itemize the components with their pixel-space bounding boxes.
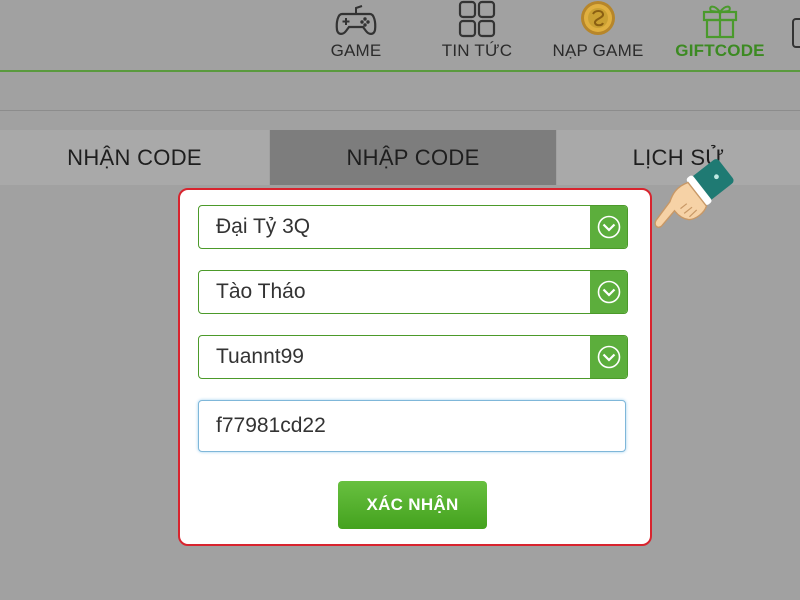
- pointing-hand-icon: [632, 144, 744, 239]
- nav-item-giftcode[interactable]: GIFTCODE: [672, 0, 768, 70]
- giftcode-form-panel: Đại Tỷ 3Q Tào Tháo Tuannt99 f77981cd22 X…: [178, 188, 652, 546]
- nav-label-game: GAME: [330, 41, 382, 60]
- tab-enter-code[interactable]: NHẬP CODE: [270, 130, 556, 185]
- coin-icon: [578, 0, 618, 45]
- sub-header-bar: [0, 72, 800, 111]
- chevron-down-icon: [597, 215, 621, 239]
- nav-label-topup: NẠP GAME: [552, 41, 644, 60]
- server-select[interactable]: Đại Tỷ 3Q: [198, 205, 628, 249]
- chevron-down-icon: [597, 345, 621, 369]
- character-select-value: Tào Tháo: [216, 280, 306, 303]
- chevron-down-icon: [597, 280, 621, 304]
- tab-receive-code[interactable]: NHẬN CODE: [0, 130, 269, 185]
- nav-item-topup[interactable]: NẠP GAME: [548, 0, 648, 70]
- nav-label-news: TIN TỨC: [441, 41, 513, 60]
- character-dropdown-button[interactable]: [590, 271, 627, 313]
- server-select-value: Đại Tỷ 3Q: [216, 215, 311, 238]
- server-dropdown-button[interactable]: [590, 206, 627, 248]
- account-select[interactable]: Tuannt99: [198, 335, 628, 379]
- nav-item-game[interactable]: GAME: [316, 0, 396, 70]
- top-navigation: GAME TIN TỨC NẠP GAME GIFTCODE: [0, 0, 800, 72]
- account-dropdown-button[interactable]: [590, 336, 627, 378]
- confirm-button[interactable]: XÁC NHẬN: [338, 481, 487, 529]
- nav-label-giftcode: GIFTCODE: [675, 41, 765, 60]
- giftcode-input[interactable]: f77981cd22: [198, 400, 626, 452]
- account-select-value: Tuannt99: [216, 345, 304, 368]
- nav-item-news[interactable]: TIN TỨC: [432, 0, 522, 70]
- giftcode-input-value: f77981cd22: [216, 414, 326, 437]
- gamepad-icon: [334, 0, 378, 43]
- gift-icon: [700, 0, 740, 45]
- character-select[interactable]: Tào Tháo: [198, 270, 628, 314]
- cut-off-icon[interactable]: [792, 18, 800, 48]
- grid-icon: [457, 0, 497, 45]
